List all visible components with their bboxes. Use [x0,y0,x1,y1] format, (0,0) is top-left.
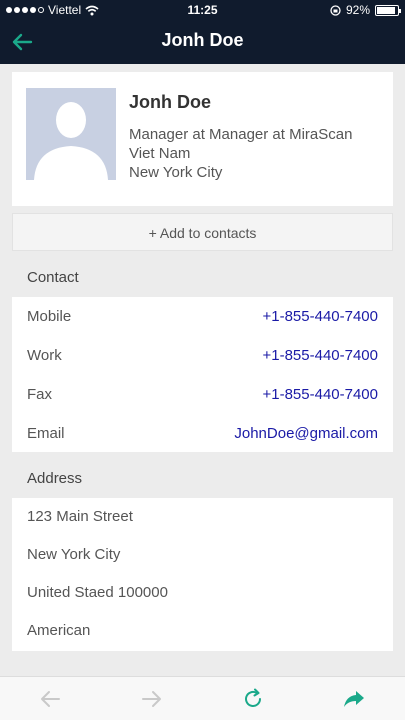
address-header: Address [12,459,393,498]
battery-icon [375,4,401,16]
avatar [26,88,116,180]
top-bar: Viettel 11:25 92% Jonh Doe [0,0,405,64]
contact-row-mobile: Mobile +1-855-440-7400 [12,297,393,336]
work-phone-link[interactable]: +1-855-440-7400 [262,336,378,375]
browser-back-icon[interactable] [38,687,62,711]
refresh-icon[interactable] [241,687,265,711]
status-bar: Viettel 11:25 92% [0,0,405,20]
contact-row-email: Email JohnDoe@gmail.com [12,414,393,453]
contact-section: Contact Mobile +1-855-440-7400 Work +1-8… [12,258,393,452]
fax-link[interactable]: +1-855-440-7400 [262,375,378,414]
profile-country: Viet Nam [129,145,191,162]
contact-row-work: Work +1-855-440-7400 [12,336,393,375]
address-line: United Staed 100000 [27,584,168,601]
mobile-phone-link[interactable]: +1-855-440-7400 [262,297,378,336]
avatar-placeholder-icon [34,102,108,180]
contact-header: Contact [12,258,393,297]
profile-title: Manager at Manager at MiraScan [129,126,353,143]
address-section: Address 123 Main Street New York City Un… [12,459,393,651]
browser-forward-icon[interactable] [140,687,164,711]
profile-card: Jonh Doe Manager at Manager at MiraScan … [12,72,393,206]
battery-percent: 92% [345,3,370,17]
address-line: American [27,622,91,639]
share-icon[interactable] [342,687,366,711]
address-line: New York City [27,546,121,563]
row-label: Fax [27,386,53,403]
row-label: Email [27,425,65,442]
add-to-contacts-button[interactable]: + Add to contacts [12,213,393,251]
page-title: Jonh Doe [161,30,244,50]
browser-toolbar [0,676,405,720]
address-line: 123 Main Street [27,508,133,525]
contact-row-fax: Fax +1-855-440-7400 [12,375,393,414]
row-label: Mobile [27,308,72,325]
row-label: Work [27,347,62,364]
email-link[interactable]: JohnDoe@gmail.com [234,414,378,453]
profile-city: New York City [129,164,223,181]
orientation-lock-icon [330,4,341,16]
profile-name: Jonh Doe [129,92,212,112]
